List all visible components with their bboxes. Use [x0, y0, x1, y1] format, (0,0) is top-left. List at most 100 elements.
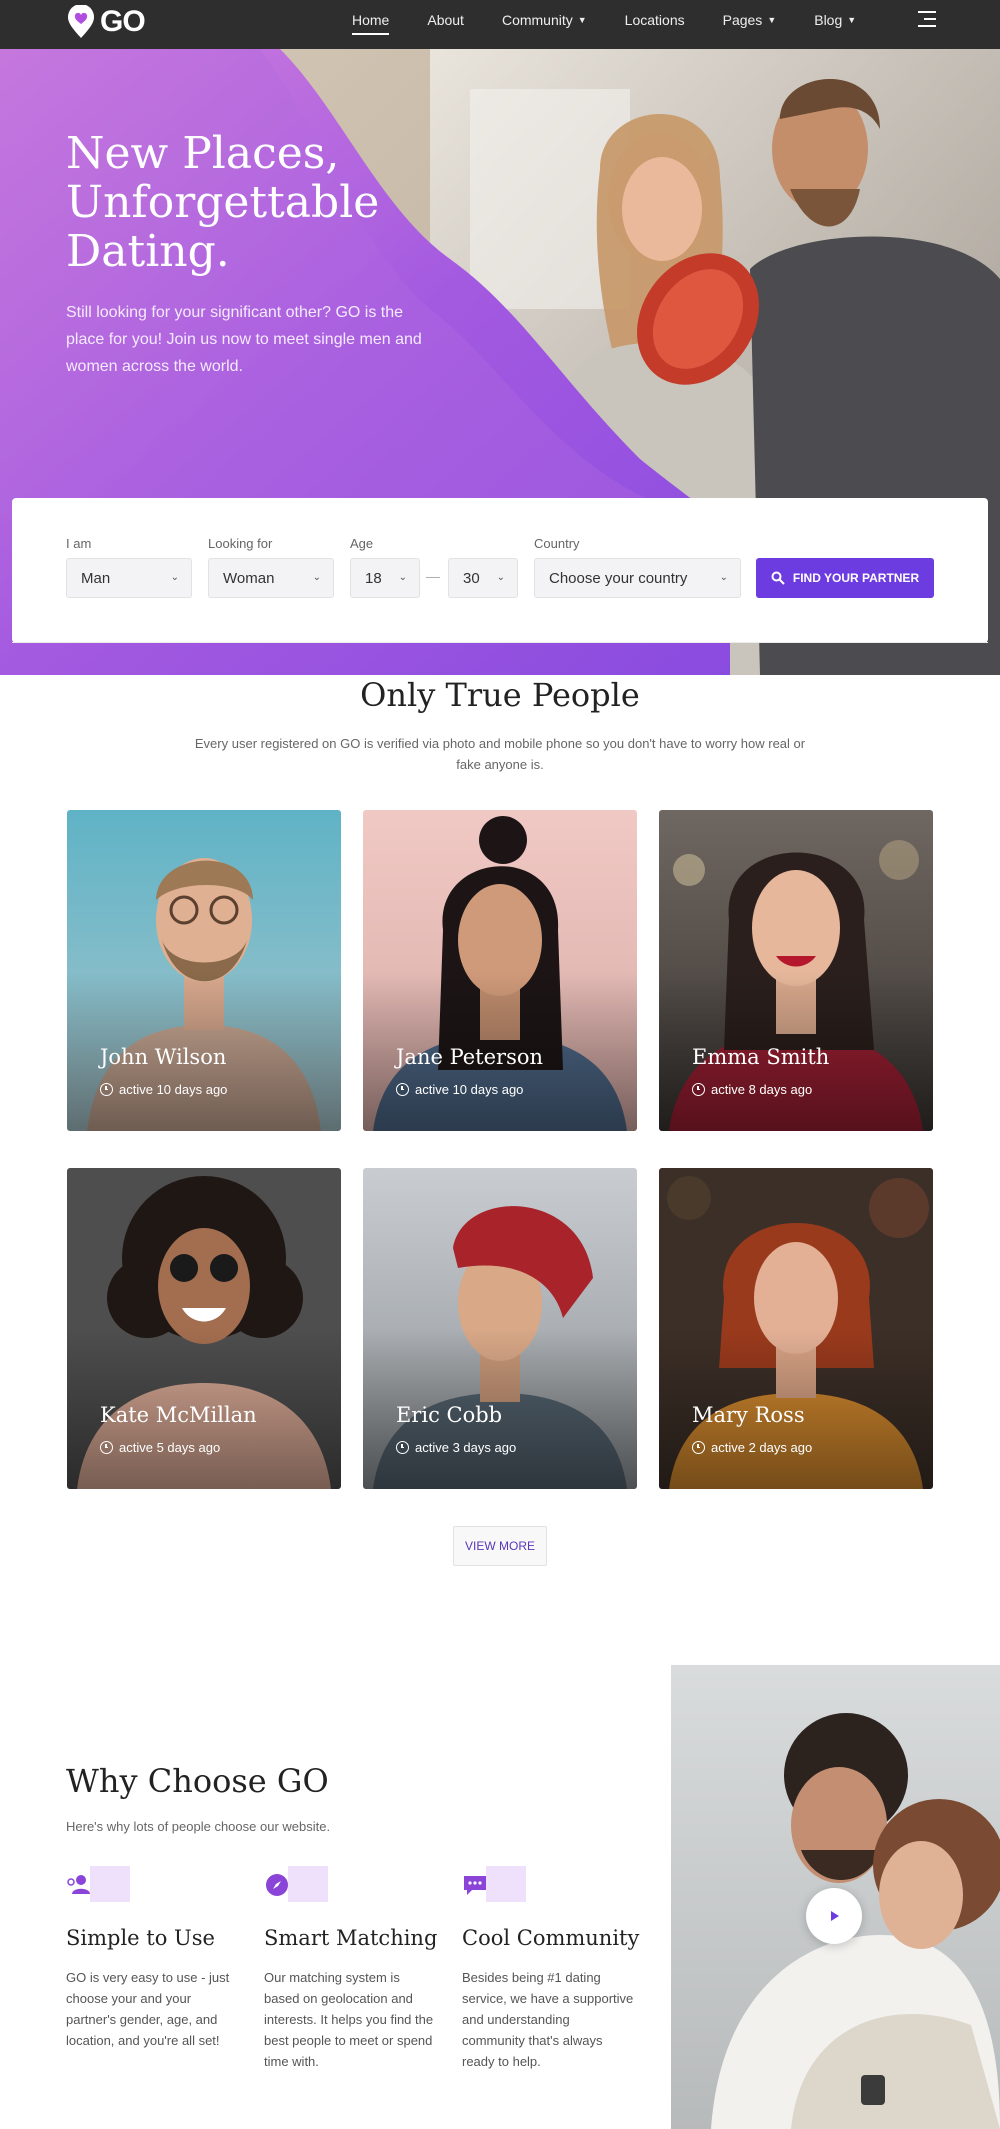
- heart-pin-icon: [68, 5, 94, 38]
- profile-name: Kate McMillan: [100, 1403, 257, 1427]
- age-max-select[interactable]: 30 ⌄: [448, 558, 518, 598]
- profile-card[interactable]: Jane Peterson active 10 days ago: [363, 810, 637, 1131]
- feature-text: GO is very easy to use - just choose you…: [66, 1970, 230, 2048]
- feature-matching: Smart Matching Our matching system is ba…: [264, 1864, 437, 2069]
- profile-activity: active 10 days ago: [396, 1082, 523, 1097]
- top-navbar: GO Home About Community ▼ Locations Pages…: [0, 0, 1000, 49]
- chevron-down-icon: ⌄: [719, 572, 728, 583]
- profile-activity-text: active 3 days ago: [415, 1440, 517, 1455]
- nav-home-label: Home: [352, 12, 390, 28]
- search-icon: [771, 571, 785, 585]
- logo[interactable]: GO: [66, 5, 146, 39]
- profile-activity-text: active 5 days ago: [119, 1440, 221, 1455]
- menu-icon[interactable]: [918, 11, 936, 29]
- nav-locations[interactable]: Locations: [625, 0, 685, 40]
- chevron-down-icon: ⌄: [312, 572, 321, 583]
- looking-for-label: Looking for: [208, 536, 273, 551]
- looking-for-value: Woman: [223, 569, 275, 587]
- i-am-label: I am: [66, 536, 92, 551]
- profile-activity: active 3 days ago: [396, 1440, 516, 1455]
- clock-icon: [396, 1441, 409, 1454]
- nav-pages[interactable]: Pages ▼: [723, 0, 777, 40]
- play-video-button[interactable]: [806, 1888, 862, 1944]
- search-divider: [12, 642, 988, 643]
- clock-icon: [100, 1083, 113, 1096]
- nav-blog[interactable]: Blog ▼: [814, 0, 856, 40]
- age-min-select[interactable]: 18 ⌄: [350, 558, 420, 598]
- age-min-value: 18: [365, 569, 382, 587]
- profile-card[interactable]: Emma Smith active 8 days ago: [659, 810, 933, 1131]
- country-select[interactable]: Choose your country ⌄: [534, 558, 741, 598]
- feature-icon: [462, 1864, 526, 1904]
- looking-for-select[interactable]: Woman ⌄: [208, 558, 334, 598]
- people-description: Every user registered on GO is verified …: [194, 736, 806, 772]
- profile-activity-text: active 10 days ago: [415, 1082, 524, 1097]
- profile-activity: active 2 days ago: [692, 1440, 812, 1455]
- play-icon: [831, 1911, 839, 1921]
- profile-name: Jane Peterson: [396, 1045, 544, 1069]
- hero-subtitle: Still looking for your significant other…: [66, 304, 422, 375]
- profile-card[interactable]: John Wilson active 10 days ago: [67, 810, 341, 1131]
- partner-search-form: I am Man ⌄ Looking for Woman ⌄ Age 18 ⌄ — 3…: [12, 498, 988, 643]
- clock-icon: [100, 1441, 113, 1454]
- compass-icon: [266, 1874, 288, 1896]
- country-value: Choose your country: [549, 569, 688, 587]
- profile-activity-text: active 2 days ago: [711, 1440, 813, 1455]
- user-icon: [67, 1875, 90, 1894]
- age-separator: —: [426, 568, 440, 584]
- profile-activity: active 8 days ago: [692, 1082, 812, 1097]
- profile-name: Eric Cobb: [396, 1403, 503, 1427]
- profile-name: Mary Ross: [692, 1403, 805, 1427]
- nav-pages-label: Pages: [722, 12, 763, 28]
- view-more-button[interactable]: VIEW MORE: [453, 1526, 547, 1566]
- chevron-down-icon: ⌄: [496, 572, 505, 583]
- feature-title: Smart Matching: [264, 1926, 438, 1950]
- profile-activity: active 10 days ago: [100, 1082, 227, 1097]
- find-partner-label: FIND YOUR PARTNER: [792, 571, 920, 585]
- nav-home[interactable]: Home: [352, 0, 390, 40]
- profile-name: Emma Smith: [692, 1045, 830, 1069]
- feature-simple: Simple to Use GO is very easy to use - j…: [66, 1864, 238, 2048]
- nav-links: Home About Community ▼ Locations Pages ▼ B…: [352, 0, 894, 40]
- profile-activity: active 5 days ago: [100, 1440, 220, 1455]
- profile-activity-text: active 10 days ago: [119, 1082, 228, 1097]
- profile-name: John Wilson: [100, 1045, 227, 1069]
- people-title: Only True People: [360, 676, 640, 714]
- clock-icon: [396, 1083, 409, 1096]
- logo-text: GO: [100, 5, 146, 38]
- feature-community: Cool Community Besides being #1 dating s…: [462, 1864, 639, 2069]
- i-am-value: Man: [81, 569, 111, 587]
- profile-card[interactable]: Eric Cobb active 3 days ago: [363, 1168, 637, 1489]
- profile-card[interactable]: Mary Ross active 2 days ago: [659, 1168, 933, 1489]
- hero-title: New Places, Unforgettable Dating.: [66, 128, 380, 277]
- age-label: Age: [350, 536, 374, 551]
- nav-about-label: About: [427, 12, 464, 28]
- nav-about[interactable]: About: [427, 0, 464, 40]
- feature-icon: [66, 1864, 130, 1904]
- nav-community[interactable]: Community ▼: [502, 0, 587, 40]
- profile-card[interactable]: Kate McMillan active 5 days ago: [67, 1168, 341, 1489]
- feature-title: Cool Community: [462, 1926, 640, 1950]
- nav-blog-label: Blog: [814, 12, 843, 28]
- find-partner-button[interactable]: FIND YOUR PARTNER: [756, 558, 934, 598]
- feature-icon: [264, 1864, 328, 1904]
- clock-icon: [692, 1083, 705, 1096]
- country-label: Country: [534, 536, 580, 551]
- i-am-select[interactable]: Man ⌄: [66, 558, 192, 598]
- clock-icon: [692, 1441, 705, 1454]
- chevron-down-icon: ▼: [847, 15, 857, 25]
- feature-text: Besides being #1 dating service, we have…: [462, 1970, 634, 2069]
- chevron-down-icon: ▼: [577, 15, 587, 25]
- why-title: Why Choose GO: [66, 1762, 329, 1800]
- chevron-down-icon: ▼: [767, 15, 777, 25]
- nav-community-label: Community: [501, 12, 573, 28]
- feature-text: Our matching system is based on geolocat…: [264, 1970, 434, 2069]
- nav-locations-label: Locations: [624, 12, 685, 28]
- chevron-down-icon: ⌄: [170, 572, 179, 583]
- age-max-value: 30: [463, 569, 480, 587]
- chevron-down-icon: ⌄: [398, 572, 407, 583]
- chat-icon: [464, 1876, 486, 1895]
- why-subtitle: Here's why lots of people choose our web…: [66, 1819, 331, 1834]
- profile-activity-text: active 8 days ago: [711, 1082, 813, 1097]
- feature-title: Simple to Use: [66, 1926, 215, 1950]
